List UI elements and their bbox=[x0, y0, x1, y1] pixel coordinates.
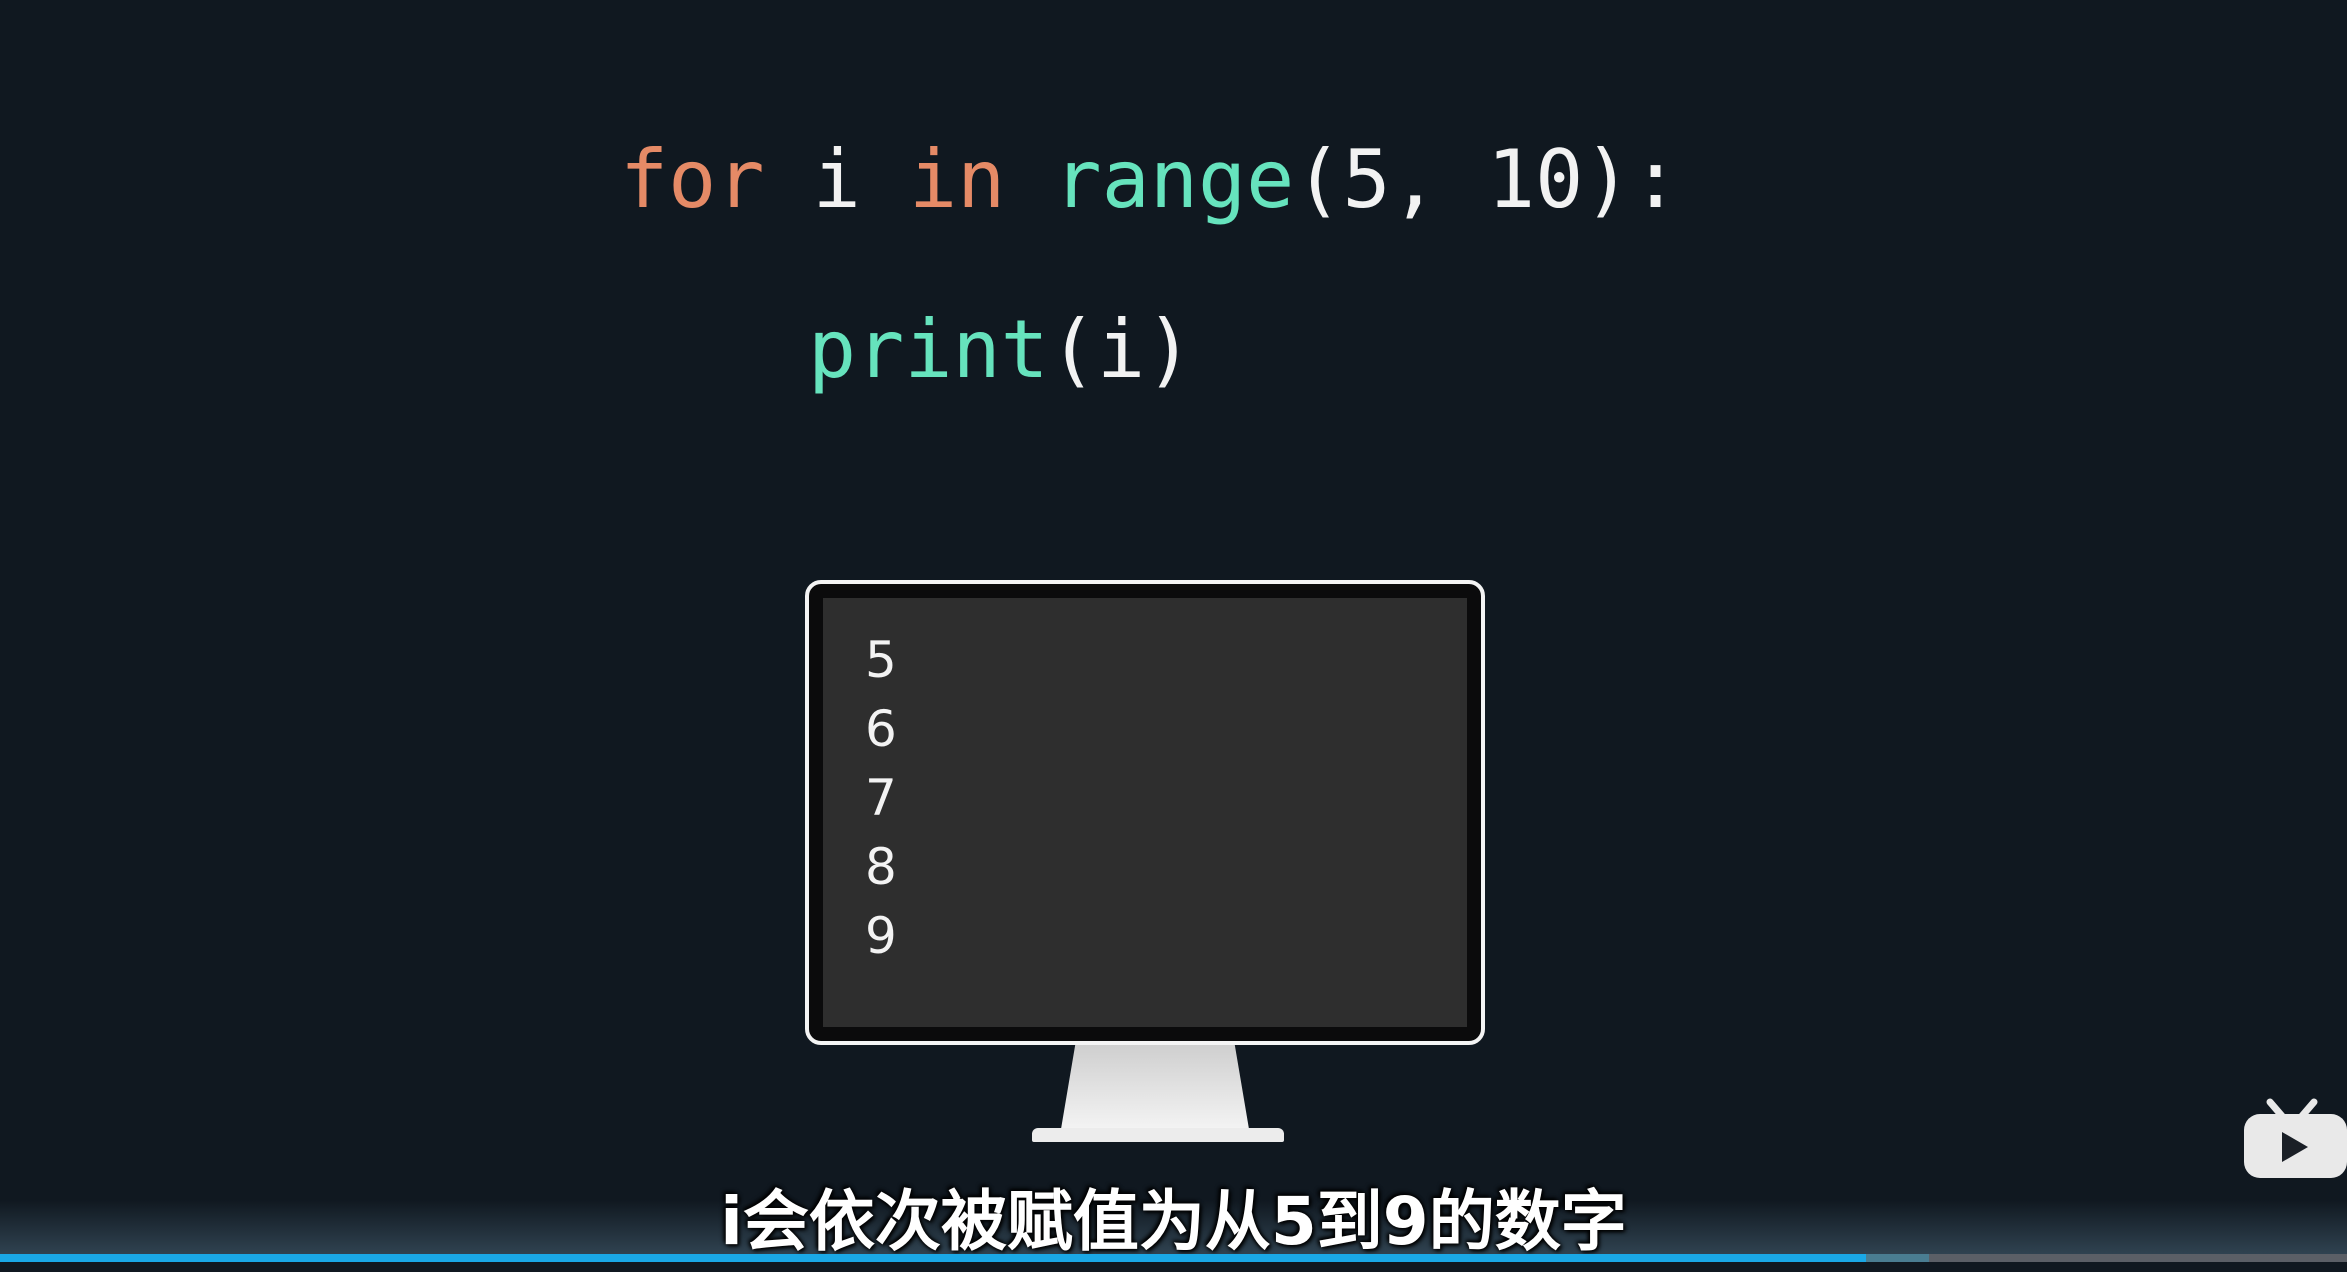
print-arguments: (i) bbox=[1048, 303, 1194, 396]
progress-played bbox=[0, 1254, 1866, 1262]
output-list: 5 6 7 8 9 bbox=[865, 626, 897, 971]
range-arguments: (5, 10): bbox=[1294, 133, 1680, 226]
output-line: 7 bbox=[865, 769, 897, 827]
monitor-stand-base bbox=[1032, 1128, 1284, 1142]
bilibili-tv-icon bbox=[2240, 1092, 2347, 1182]
progress-bar[interactable] bbox=[0, 1254, 2347, 1262]
function-range: range bbox=[1053, 133, 1295, 226]
function-print: print bbox=[808, 303, 1049, 396]
monitor-illustration: 5 6 7 8 9 bbox=[805, 580, 1485, 1045]
code-line-print: print(i) bbox=[808, 310, 1193, 390]
keyword-in: in bbox=[909, 133, 1006, 226]
output-line: 9 bbox=[865, 907, 897, 965]
output-line: 8 bbox=[865, 838, 897, 896]
video-frame[interactable]: for i in range(5, 10): print(i) 5 6 7 8 … bbox=[0, 0, 2347, 1272]
keyword-for: for bbox=[620, 133, 765, 226]
monitor-screen: 5 6 7 8 9 bbox=[823, 598, 1467, 1027]
progress-buffered bbox=[1865, 1254, 1930, 1262]
output-line: 6 bbox=[865, 700, 897, 758]
loop-variable: i bbox=[764, 133, 909, 226]
output-line: 5 bbox=[865, 631, 897, 689]
subtitle-caption: i会依次被赋值为从5到9的数字 bbox=[720, 1183, 1627, 1260]
monitor-stand-neck bbox=[1060, 1045, 1250, 1135]
code-line-for: for i in range(5, 10): bbox=[620, 140, 1680, 220]
